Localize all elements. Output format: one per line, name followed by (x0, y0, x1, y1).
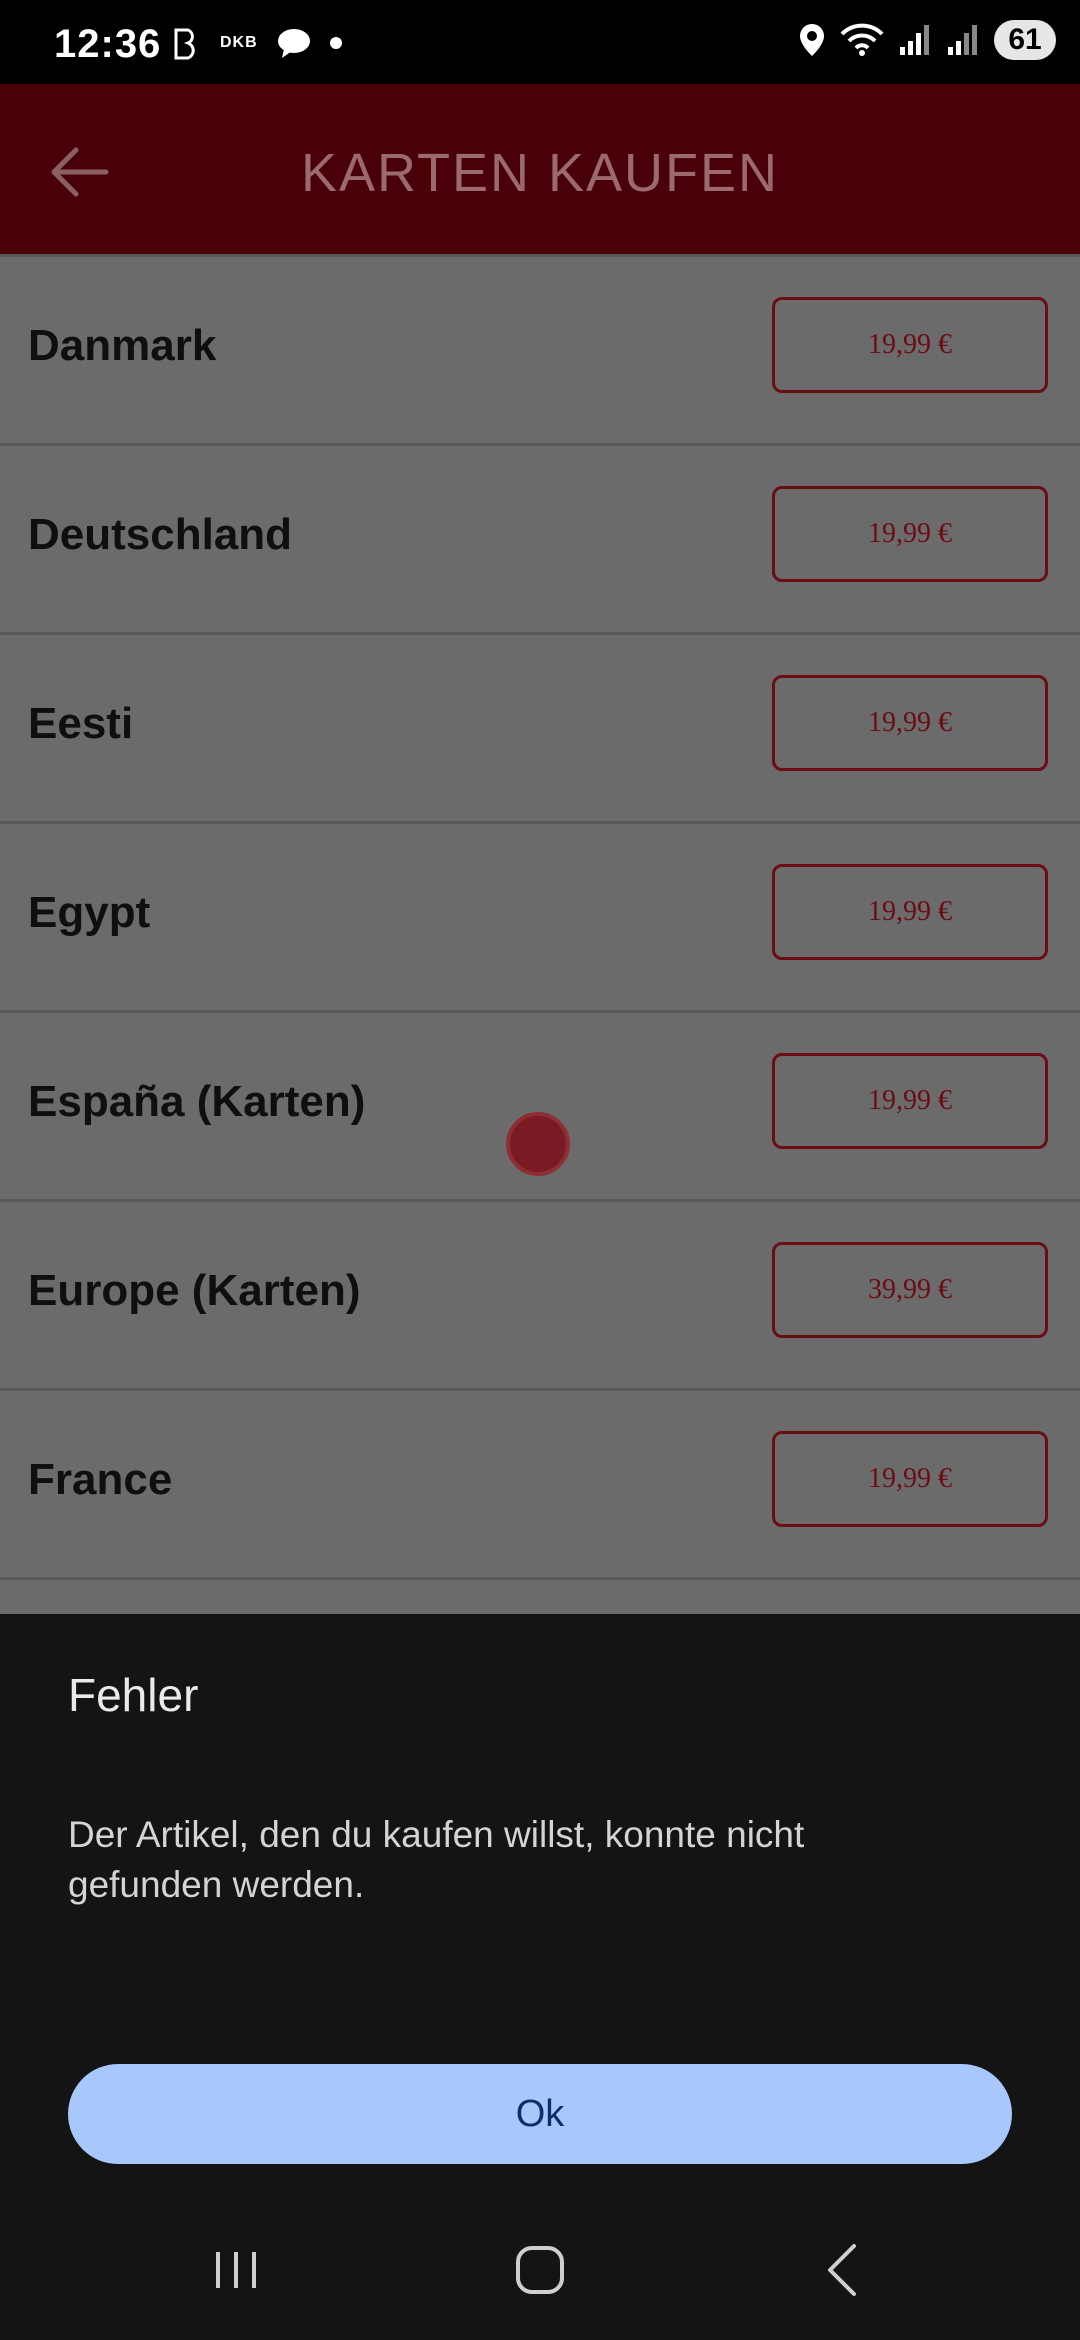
status-notifications: DKB (172, 26, 342, 60)
chat-icon (277, 29, 310, 58)
touch-indicator (506, 1112, 570, 1176)
price-button[interactable]: 19,99 € (772, 297, 1048, 393)
country-label: Eesti (28, 699, 134, 748)
more-notifications-dot (329, 37, 342, 49)
price-button[interactable]: 39,99 € (772, 1242, 1048, 1338)
country-list: Danmark 19,99 € Deutschland 19,99 € Eest… (0, 254, 1080, 1580)
list-item[interactable]: Eesti 19,99 € (0, 632, 1080, 821)
country-label: Danmark (28, 321, 217, 370)
location-icon (800, 24, 824, 56)
price-button[interactable]: 19,99 € (772, 675, 1048, 771)
b-icon (174, 28, 195, 60)
country-label: Deutschland (28, 510, 293, 559)
price-button[interactable]: 19,99 € (772, 864, 1048, 960)
ok-button[interactable]: Ok (68, 2064, 1012, 2164)
list-item[interactable]: Deutschland 19,99 € (0, 443, 1080, 632)
price-button[interactable]: 19,99 € (772, 1431, 1048, 1527)
page-title: KARTEN KAUFEN (300, 143, 780, 203)
list-item[interactable]: Europe (Karten) 39,99 € (0, 1199, 1080, 1388)
status-bar: 12:36 DKB 61 (0, 0, 1080, 84)
price-button[interactable]: 19,99 € (772, 486, 1048, 582)
country-label: Egypt (28, 888, 151, 937)
wifi-icon (840, 23, 884, 56)
status-time: 12:36 (54, 22, 162, 66)
price-button[interactable]: 19,99 € (772, 1053, 1048, 1149)
app-bar: KARTEN KAUFEN (0, 84, 1080, 254)
country-label: España (Karten) (28, 1077, 366, 1126)
back-icon[interactable] (804, 2230, 884, 2310)
signal-icon (900, 25, 929, 55)
recent-apps-icon[interactable] (196, 2230, 276, 2310)
dkb-icon: DKB (220, 34, 258, 51)
dialog-title: Fehler (68, 1669, 199, 1721)
list-item[interactable]: Danmark 19,99 € (0, 254, 1080, 443)
country-label: France (28, 1455, 173, 1504)
dialog-message: Der Artikel, den du kaufen willst, konnt… (68, 1814, 805, 1905)
signal-icon-2 (948, 25, 977, 55)
home-icon[interactable] (500, 2230, 580, 2310)
battery-indicator: 61 (994, 20, 1056, 60)
status-system-icons: 61 (798, 20, 1056, 60)
country-label: Europe (Karten) (28, 1266, 361, 1315)
list-item[interactable]: France 19,99 € (0, 1388, 1080, 1580)
list-item[interactable]: Egypt 19,99 € (0, 821, 1080, 1010)
system-nav-bar (0, 2202, 1080, 2340)
error-dialog: Fehler Der Artikel, den du kaufen willst… (0, 1614, 1080, 2340)
